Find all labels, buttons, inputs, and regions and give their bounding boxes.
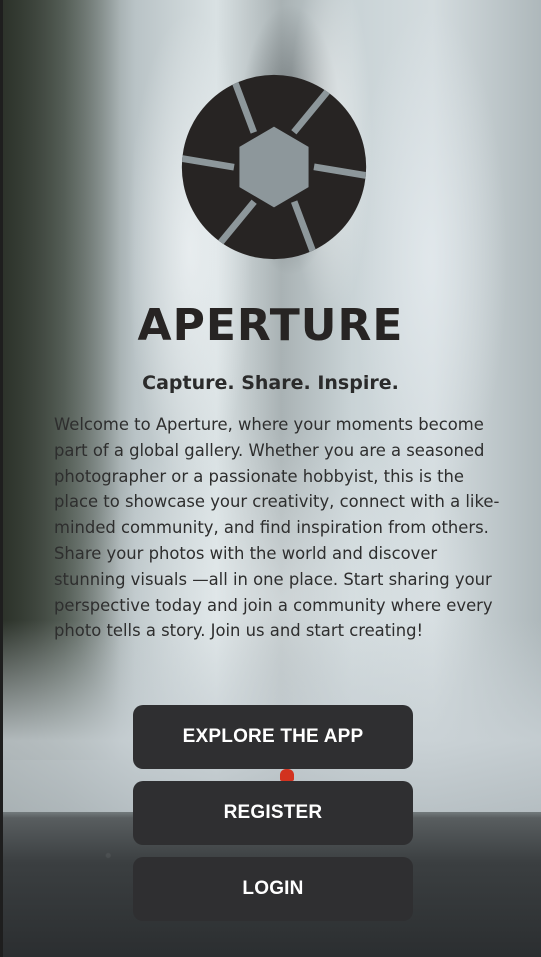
login-button[interactable]: LOGIN [133,857,413,921]
register-button[interactable]: REGISTER [133,781,413,845]
hiker-figure [280,769,294,781]
app-title: APERTURE [137,300,404,351]
explore-app-button[interactable]: EXPLORE THE APP [133,705,413,769]
login-label: LOGIN [242,878,304,899]
app-tagline: Capture. Share. Inspire. [142,372,399,394]
welcome-screen: APERTURE Capture. Share. Inspire. Welcom… [0,0,541,957]
explore-app-label: EXPLORE THE APP [182,726,364,747]
register-label: REGISTER [223,802,323,823]
aperture-shutter-icon [181,74,367,260]
intro-paragraph: Welcome to Aperture, where your moments … [54,415,500,641]
window-edge [0,0,3,957]
